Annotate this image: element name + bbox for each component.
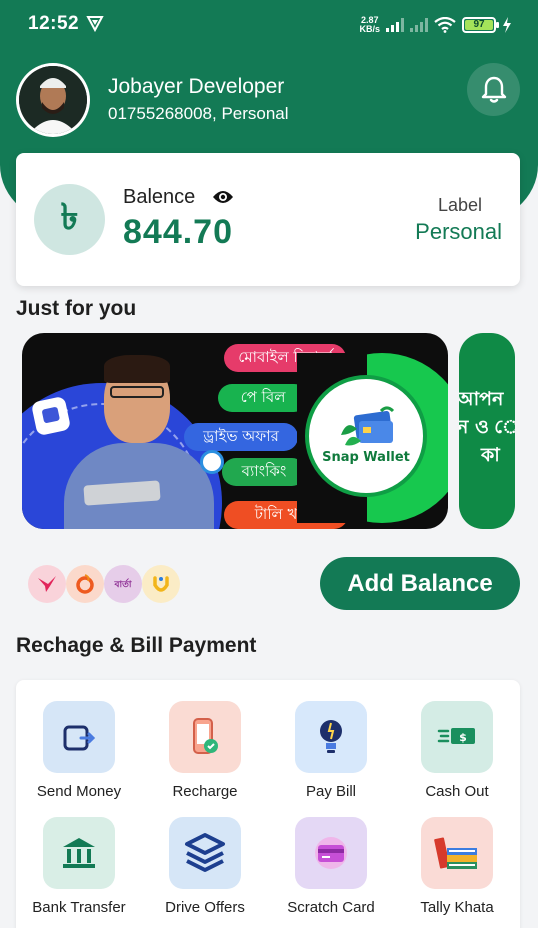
status-time: 12:52	[28, 13, 80, 34]
service-label: Drive Offers	[165, 899, 245, 916]
service-label: Tally Khata	[420, 899, 494, 916]
service-label: Send Money	[36, 783, 122, 800]
banner-pill-banking: ব্যাংকিং	[222, 458, 306, 486]
partner-bird-logo-icon[interactable]	[28, 565, 66, 603]
service-recharge[interactable]: Recharge	[142, 701, 268, 800]
partner-barta-logo-icon[interactable]: বার্তা	[104, 565, 142, 603]
service-label: Bank Transfer	[32, 899, 126, 916]
snap-wallet-logo-icon	[341, 406, 395, 446]
svg-text:$: $	[459, 731, 467, 744]
service-label: Cash Out	[425, 783, 489, 800]
services-title: Rechage & Bill Payment	[16, 634, 257, 657]
banner-pill-pay-bill: পে বিল	[218, 384, 308, 412]
chat-icon	[30, 395, 72, 437]
account-type-caption: Label	[437, 195, 482, 215]
charging-bolt-icon	[503, 17, 511, 33]
wallet-icon	[43, 701, 115, 773]
service-tally-khata[interactable]: Tally Khata	[394, 817, 520, 916]
service-label: Scratch Card	[287, 899, 375, 916]
banner-pill-drive-offer: ড্রাইভ অফার	[184, 423, 298, 451]
service-drive-offers[interactable]: Drive Offers	[142, 817, 268, 916]
banner-person-glasses	[110, 386, 164, 398]
bulb-icon	[295, 701, 367, 773]
profile-name: Jobayer Developer	[108, 75, 285, 98]
battery-icon: 97	[462, 17, 499, 33]
taka-icon: ৳	[34, 184, 105, 255]
just-for-you-title: Just for you	[16, 297, 137, 320]
balance-amount: 844.70	[123, 213, 233, 251]
promo-banner[interactable]: মোবাইল রিচার্জ পে বিল ড্রাইভ অফার ব্যাংক…	[22, 333, 448, 529]
service-pay-bill[interactable]: Pay Bill	[268, 701, 394, 800]
balance-label: Balence	[123, 186, 196, 208]
promo-banner-2[interactable]: আপন ন ও ে কা	[459, 333, 515, 529]
network-speed: 2.87 KB/s	[359, 15, 380, 34]
phone-icon	[200, 450, 224, 474]
eye-icon[interactable]	[212, 189, 234, 205]
status-bar: 12:52 2.87 KB/s 97	[0, 0, 538, 50]
bank-icon	[43, 817, 115, 889]
banner-person-hair	[104, 355, 170, 383]
notification-button[interactable]	[467, 63, 520, 116]
card-icon	[295, 817, 367, 889]
avatar-photo	[19, 66, 87, 134]
partner-ring-logo-icon[interactable]	[66, 565, 104, 603]
services-grid: Send Money Recharge Pay Bill $ Cash Out …	[16, 680, 520, 928]
service-bank-transfer[interactable]: Bank Transfer	[16, 817, 142, 916]
service-send-money[interactable]: Send Money	[16, 701, 142, 800]
wifi-icon	[434, 17, 456, 33]
service-cash-out[interactable]: $ Cash Out	[394, 701, 520, 800]
service-label: Recharge	[172, 783, 238, 800]
account-type-value: Personal	[415, 219, 502, 244]
books-icon	[421, 817, 493, 889]
vpn-shield-icon	[86, 16, 104, 32]
service-label: Pay Bill	[305, 783, 357, 800]
bell-icon	[481, 76, 506, 103]
avatar[interactable]	[16, 63, 90, 137]
layers-icon	[169, 817, 241, 889]
service-scratch-card[interactable]: Scratch Card	[268, 817, 394, 916]
add-balance-button[interactable]: Add Balance	[320, 557, 520, 610]
phone-recharge-icon	[169, 701, 241, 773]
profile-phone-type: 01755268008, Personal	[108, 104, 289, 123]
snap-wallet-badge: Snap Wallet	[305, 375, 427, 497]
promo-banner-2-text: আপন ন ও ে কা	[459, 388, 515, 466]
signal-2-icon	[410, 18, 428, 32]
partner-u-logo-icon[interactable]	[142, 565, 180, 603]
balance-card: ৳ Balence 844.70 Label Personal	[16, 153, 520, 286]
cash-icon: $	[421, 701, 493, 773]
signal-1-icon	[386, 18, 404, 32]
